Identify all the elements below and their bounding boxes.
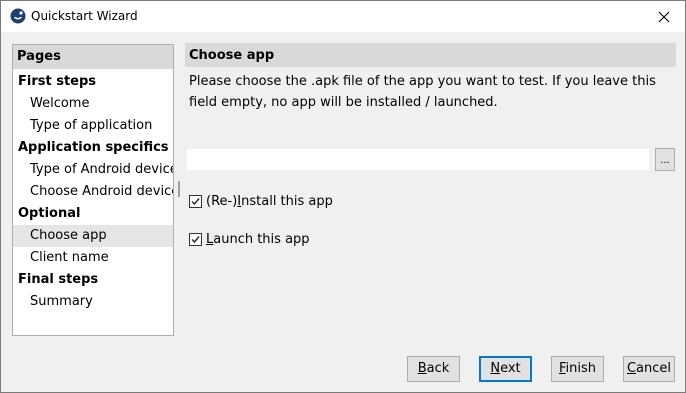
apk-path-input[interactable] (186, 148, 650, 171)
next-button[interactable]: Next (479, 356, 532, 382)
checkmark-icon (191, 235, 200, 243)
page-title: Choose app (185, 43, 676, 67)
close-button[interactable] (643, 1, 685, 32)
install-app-checkbox[interactable] (189, 194, 202, 208)
splitter-handle[interactable] (178, 181, 180, 197)
page-description: Please choose the .apk file of the app y… (189, 74, 656, 110)
pages-sidebar: Pages First steps Welcome Type of applic… (12, 44, 174, 336)
cancel-button[interactable]: Cancel (623, 356, 675, 382)
install-app-option[interactable]: (Re-)Install this app (189, 193, 333, 209)
launch-app-checkbox[interactable] (189, 232, 202, 246)
sidebar-list: First steps Welcome Type of application … (13, 69, 173, 313)
sidebar-group-application-specifics: Application specifics (18, 140, 169, 155)
sidebar-item-choose-android-device[interactable]: Choose Android device (13, 181, 173, 203)
sidebar-header: Pages (13, 45, 173, 69)
sidebar-group-first-steps: First steps (18, 74, 97, 89)
checkmark-icon (191, 197, 200, 205)
sidebar-group-optional: Optional (18, 206, 81, 221)
content-panel: Choose app Please choose the .apk file o… (185, 43, 676, 247)
sidebar-item-type-of-application[interactable]: Type of application (13, 115, 173, 137)
install-app-label: (Re-)Install this app (206, 193, 333, 209)
sidebar-group-final-steps: Final steps (18, 272, 99, 287)
back-button[interactable]: Back (407, 356, 460, 382)
title-bar[interactable]: Quickstart Wizard (1, 1, 685, 32)
sidebar-item-choose-app[interactable]: Choose app (13, 225, 173, 247)
app-logo-icon (10, 8, 26, 24)
launch-app-label: Launch this app (206, 231, 310, 247)
sidebar-item-summary[interactable]: Summary (13, 291, 173, 313)
wizard-window: Quickstart Wizard Pages First steps Welc… (0, 0, 686, 393)
sidebar-item-type-of-android-device[interactable]: Type of Android device (13, 159, 173, 181)
close-icon (658, 11, 670, 22)
sidebar-item-client-name[interactable]: Client name (13, 247, 173, 269)
window-title: Quickstart Wizard (31, 9, 138, 23)
launch-app-option[interactable]: Launch this app (189, 231, 310, 247)
sidebar-item-welcome[interactable]: Welcome (13, 93, 173, 115)
browse-button[interactable]: ... (655, 148, 675, 171)
finish-button[interactable]: Finish (551, 356, 604, 382)
